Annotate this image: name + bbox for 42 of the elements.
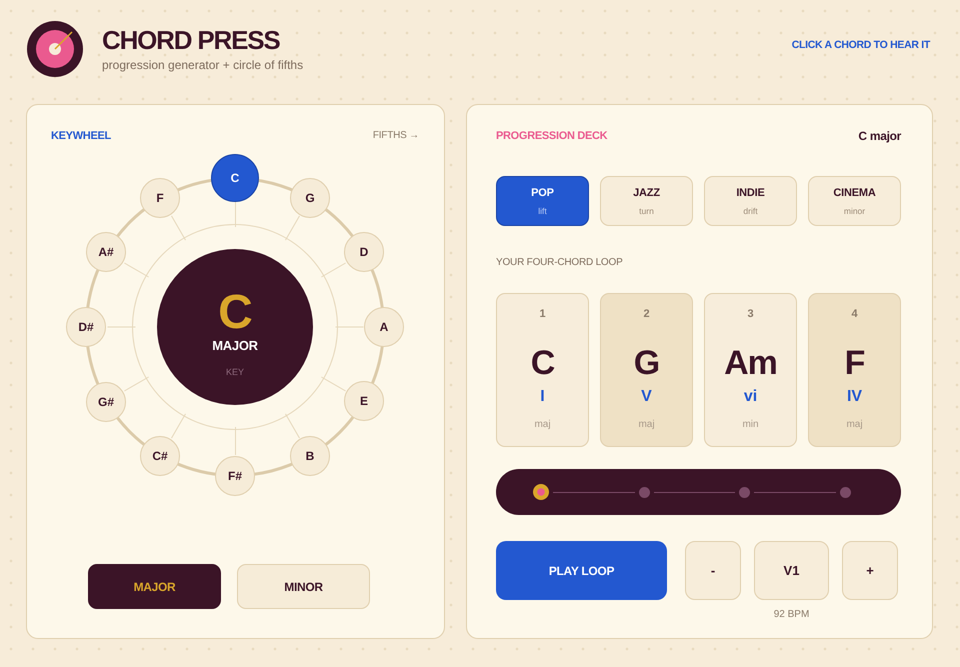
style-tab[interactable]: POP lift [496,176,589,226]
key-node[interactable]: B [290,436,330,476]
chord-card[interactable]: 2 G V maj [600,293,693,447]
record-disc-icon [27,21,83,77]
key-node[interactable]: F# [215,456,255,496]
value-button[interactable]: V1 [754,541,829,600]
key-caption: KEY [226,366,244,378]
mode-button[interactable]: MAJOR [88,564,221,609]
chord-card[interactable]: 4 F IV maj [808,293,901,447]
key-mode: MAJOR [212,338,258,354]
key-node[interactable]: A# [86,232,126,272]
spoke-line [335,326,363,328]
key-node[interactable]: F [140,178,180,218]
decrease-button[interactable]: - [685,541,741,600]
app-title: CHORD PRESS [102,25,281,55]
panel-title: KEYWHEEL [51,129,111,144]
spoke-line [107,326,135,328]
key-node[interactable]: C# [140,436,180,476]
increase-button[interactable]: + [842,541,898,600]
key-node[interactable]: D [344,232,384,272]
current-key-label: C major [858,128,901,144]
direction-label: FIFTHS → [372,129,419,143]
chord-card[interactable]: 3 Am vi min [704,293,797,447]
app-subtitle: progression generator + circle of fifths [102,57,304,73]
hint-text: CLICK A CHORD TO HEAR IT [792,39,930,51]
key-node[interactable]: D# [66,307,106,347]
key-node[interactable]: G [290,178,330,218]
section-label: YOUR FOUR-CHORD LOOP [496,256,624,270]
chord-card[interactable]: 1 C I maj [496,293,589,447]
key-node[interactable]: G# [86,382,126,422]
key-node[interactable]: E [344,381,384,421]
tempo-reading: 92 BPM [774,608,810,622]
spoke-line [234,427,236,455]
key-node[interactable]: C [211,154,259,202]
mode-button[interactable]: MINOR [237,564,370,609]
style-tab[interactable]: INDIE drift [704,176,797,226]
panel-title: PROGRESSION DECK [496,129,608,144]
key-name: C [218,288,252,338]
style-tab[interactable]: JAZZ turn [600,176,693,226]
key-node[interactable]: A [364,307,404,347]
style-tab[interactable]: CINEMA minor [808,176,901,226]
play-loop-button[interactable]: PLAY LOOP [496,541,667,600]
